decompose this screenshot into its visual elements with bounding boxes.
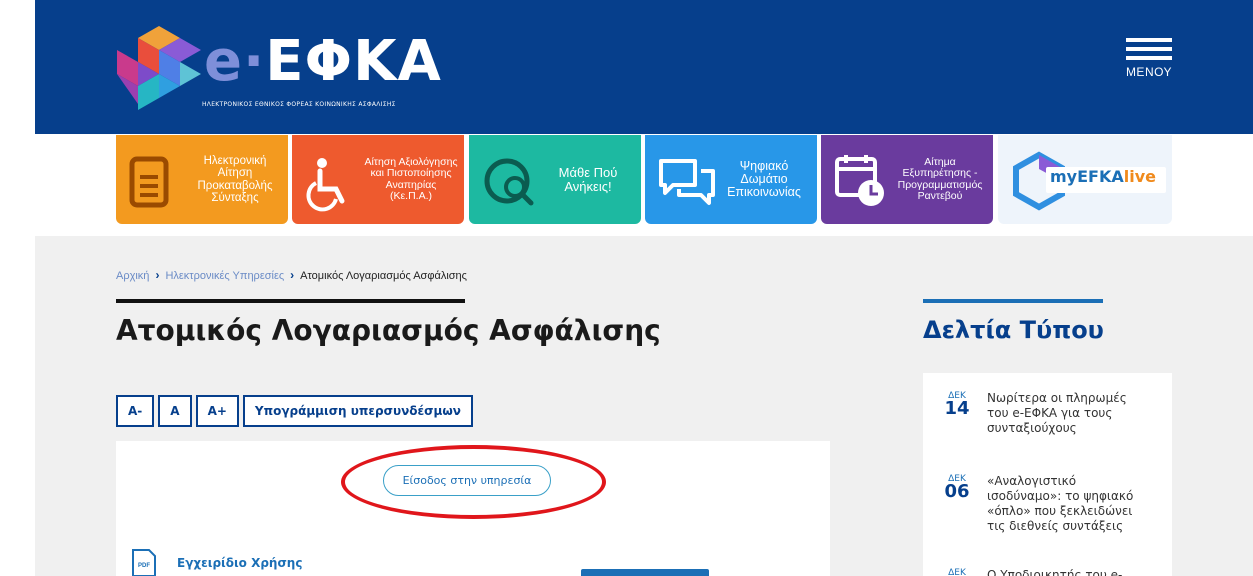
- breadcrumb: Αρχική › Ηλεκτρονικές Υπηρεσίες › Ατομικός Λ…: [116, 268, 467, 282]
- chevron-right-icon: ›: [155, 268, 160, 282]
- logo-name: ΕΦΚΑ: [265, 29, 442, 94]
- breadcrumb-home-link[interactable]: Αρχική: [116, 270, 149, 282]
- font-increase-button[interactable]: A+: [195, 395, 239, 427]
- tile-digital-communication-room[interactable]: Ψηφιακό Δωμάτιο Επικοινωνίας: [645, 135, 817, 224]
- press-releases-list: ΔΕΚ 14 Νωρίτερα οι πληρωμές του e-ΕΦΚΑ γ…: [923, 373, 1172, 576]
- news-headline[interactable]: Νωρίτερα οι πληρωμές του e-ΕΦΚΑ για τους…: [987, 391, 1147, 436]
- chat-icon: [659, 159, 715, 205]
- wheelchair-icon: [306, 158, 345, 212]
- news-month: ΔΕΚ: [948, 568, 966, 576]
- efka-logo[interactable]: e·ΕΦΚΑ ΗΛΕΚΤΡΟΝΙΚΟΣ ΕΘΝΙΚΟΣ ΦΟΡΕΑΣ ΚΟΙΝΩ…: [116, 24, 456, 119]
- tile-label: Ψηφιακό Δωμάτιο Επικοινωνίας: [727, 158, 801, 200]
- font-normal-button[interactable]: A: [158, 395, 192, 427]
- accessibility-toolbar: A- A A+ Υπογράμμιση υπερσυνδέσμων: [116, 395, 473, 427]
- logo-title: e·ΕΦΚΑ: [204, 32, 442, 92]
- tile-find-where-you-belong[interactable]: Μάθε Πού Ανήκεις!: [469, 135, 641, 224]
- user-manual-link[interactable]: Εγχειρίδιο Χρήσης: [177, 556, 302, 570]
- logo-subtitle: ΗΛΕΚΤΡΟΝΙΚΟΣ ΕΘΝΙΚΟΣ ΦΟΡΕΑΣ ΚΟΙΝΩΝΙΚΗΣ Α…: [202, 101, 396, 108]
- page-title: Ατομικός Λογαριασμός Ασφάλισης: [116, 314, 661, 347]
- breadcrumb-section-link[interactable]: Ηλεκτρονικές Υπηρεσίες: [165, 270, 284, 282]
- action-button-partial[interactable]: [581, 569, 709, 576]
- logo-prefix: e·: [204, 29, 266, 94]
- news-headline[interactable]: Ο Υποδιοικητής του e-: [987, 568, 1147, 576]
- tile-label: Αίτηση Αξιολόγησης και Πιστοποίησης Αναπ…: [364, 156, 458, 202]
- service-login-button[interactable]: Είσοδος στην υπηρεσία: [383, 465, 551, 496]
- sidebar-divider: [923, 299, 1103, 303]
- tile-myefka-live[interactable]: myEFKAlive: [998, 135, 1172, 224]
- breadcrumb-current: Ατομικός Λογαριασμός Ασφάλισης: [300, 270, 467, 282]
- news-headline[interactable]: «Αναλογιστικό ισοδύναμο»: το ψηφιακό «όπ…: [987, 474, 1147, 534]
- tile-label: Αίτημα Εξυπηρέτησης - Προγραμματισμός Ρα…: [897, 156, 983, 202]
- pdf-icon-label: PDF: [138, 563, 150, 569]
- tile-pension-advance[interactable]: Ηλεκτρονική Αίτηση Προκαταβολής Σύνταξης: [116, 135, 288, 224]
- efka-logo-mark-icon: [117, 26, 201, 110]
- tile-label: Μάθε Πού Ανήκεις!: [558, 164, 618, 194]
- news-day: 06: [944, 481, 970, 502]
- hamburger-icon: [1125, 38, 1173, 60]
- menu-label: ΜΕΝΟΥ: [1125, 65, 1173, 79]
- myefka-live-badge: myEFKAlive: [1046, 167, 1166, 193]
- news-date: ΔΕΚ 06: [943, 474, 971, 502]
- document-icon: [129, 156, 169, 208]
- live-label: live: [1123, 167, 1156, 186]
- press-releases-title: Δελτία Τύπου: [923, 316, 1104, 344]
- pdf-icon: PDF: [132, 549, 156, 576]
- service-card: Είσοδος στην υπηρεσία PDF Εγχειρίδιο Χρή…: [116, 441, 830, 576]
- tile-disability-assessment[interactable]: Αίτηση Αξιολόγησης και Πιστοποίησης Αναπ…: [292, 135, 464, 224]
- page: e·ΕΦΚΑ ΗΛΕΚΤΡΟΝΙΚΟΣ ΕΘΝΙΚΟΣ ΦΟΡΕΑΣ ΚΟΙΝΩ…: [0, 0, 1253, 576]
- font-decrease-button[interactable]: A-: [116, 395, 155, 427]
- chevron-right-icon: ›: [290, 268, 295, 282]
- underline-links-button[interactable]: Υπογράμμιση υπερσυνδέσμων: [242, 395, 473, 427]
- title-divider: [116, 299, 465, 303]
- menu-button[interactable]: ΜΕΝΟΥ: [1125, 38, 1173, 82]
- tile-label: Ηλεκτρονική Αίτηση Προκαταβολής Σύνταξης: [197, 155, 273, 204]
- myefka-label: myEFKA: [1050, 167, 1124, 186]
- service-tiles: Ηλεκτρονική Αίτηση Προκαταβολής Σύνταξης…: [116, 135, 1172, 224]
- tile-appointment-request[interactable]: Αίτημα Εξυπηρέτησης - Προγραμματισμός Ρα…: [821, 135, 993, 224]
- globe-search-icon: [484, 158, 534, 206]
- news-day: 14: [944, 398, 970, 419]
- news-date: ΔΕΚ: [943, 568, 971, 576]
- news-date: ΔΕΚ 14: [943, 391, 971, 419]
- calendar-clock-icon: [835, 155, 884, 206]
